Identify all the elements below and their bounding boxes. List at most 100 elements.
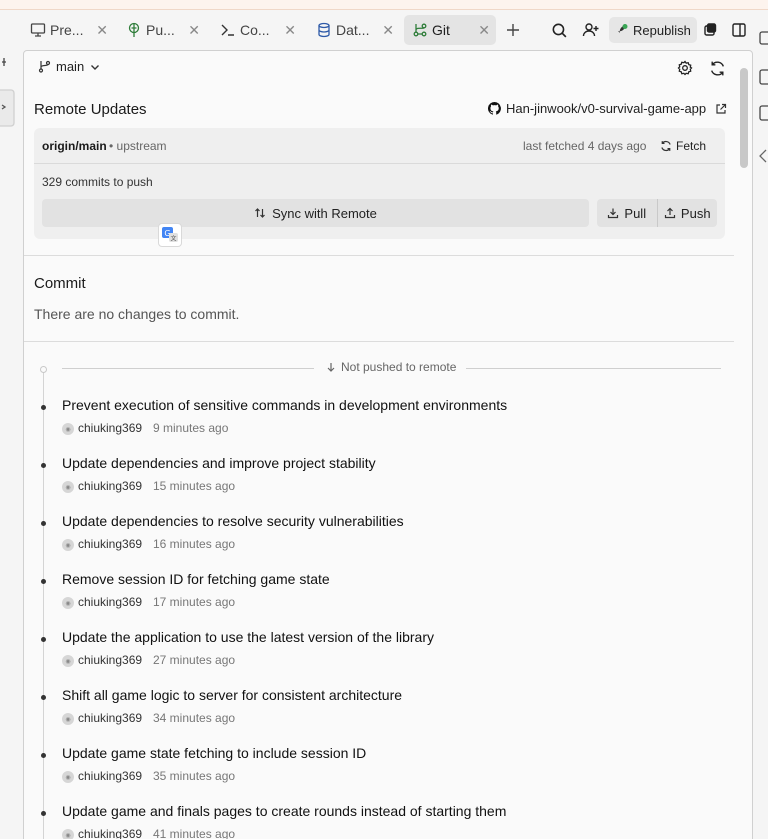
- commit-message: Update dependencies to resolve security …: [62, 513, 404, 529]
- fetch-label: Fetch: [676, 139, 707, 153]
- add-user-icon[interactable]: [579, 18, 603, 42]
- last-fetched: last fetched 4 days ago: [523, 139, 647, 153]
- pull-push-group: Pull Push: [597, 199, 717, 227]
- tab-publish[interactable]: Pu... ✕: [118, 15, 206, 45]
- tab-label: Dat...: [336, 22, 370, 38]
- avatar: ◉: [62, 771, 74, 783]
- commit-row[interactable]: Shift all game logic to server for consi…: [40, 687, 730, 737]
- commit-author: chiuking369: [78, 595, 143, 609]
- commit-row[interactable]: Update game state fetching to include se…: [40, 745, 730, 795]
- push-button[interactable]: Push: [658, 199, 718, 227]
- tab-console[interactable]: Co... ✕: [212, 15, 302, 45]
- git-branch-icon: [38, 60, 51, 73]
- refresh-icon[interactable]: [705, 56, 729, 80]
- commit-author: chiuking369: [78, 479, 143, 493]
- commit-message: Update dependencies and improve project …: [62, 455, 376, 471]
- commit-row[interactable]: Update dependencies to resolve security …: [40, 513, 730, 563]
- commit-row[interactable]: Update dependencies and improve project …: [40, 455, 730, 505]
- external-link-icon: [715, 103, 727, 115]
- commit-node: [41, 753, 46, 758]
- new-tab-button[interactable]: [501, 18, 525, 42]
- commit-time: 9 minutes ago: [153, 421, 229, 435]
- close-icon[interactable]: ✕: [382, 22, 394, 39]
- avatar: ◉: [62, 597, 74, 609]
- commit-node: [41, 695, 46, 700]
- commit-author: chiuking369: [78, 827, 143, 839]
- fetch-button[interactable]: Fetch: [660, 134, 716, 158]
- commit-message: Prevent execution of sensitive commands …: [62, 397, 508, 413]
- commit-author: chiuking369: [78, 537, 143, 551]
- commit-message: Update the application to use the latest…: [62, 629, 434, 645]
- no-changes-text: There are no changes to commit.: [34, 306, 240, 322]
- rocket-icon: [616, 23, 630, 37]
- commit-title: Commit: [34, 275, 86, 292]
- tab-database[interactable]: Dat... ✕: [308, 15, 400, 45]
- commit-node: [41, 405, 46, 410]
- push-label: Push: [680, 205, 711, 221]
- github-icon: [488, 102, 501, 115]
- repo-link[interactable]: Han-jinwook/v0-survival-game-app: [488, 101, 727, 116]
- translate-icon[interactable]: G文: [158, 223, 182, 247]
- upload-icon: [664, 207, 676, 219]
- section-divider: [24, 255, 734, 256]
- remote-ref: origin/main: [42, 139, 107, 153]
- commit-node: [41, 811, 46, 816]
- branch-bar: main: [24, 51, 739, 85]
- top-accent-strip: [0, 0, 768, 10]
- commit-message: Shift all game logic to server for consi…: [62, 687, 403, 703]
- chevron-down-icon: [89, 61, 101, 73]
- tab-label: Pu...: [146, 22, 175, 38]
- layers-icon[interactable]: [698, 18, 722, 42]
- commit-node: [41, 463, 46, 468]
- repo-name: Han-jinwook/v0-survival-game-app: [506, 101, 707, 116]
- republish-label: Republish: [633, 22, 691, 38]
- close-icon[interactable]: ✕: [96, 22, 108, 39]
- tab-preview[interactable]: Pre... ✕: [22, 15, 114, 45]
- commit-node: [41, 637, 46, 642]
- commit-message: Update game state fetching to include se…: [62, 745, 367, 761]
- commit-time: 16 minutes ago: [153, 537, 236, 551]
- section-divider: [24, 341, 734, 342]
- tab-git[interactable]: Git ✕: [404, 15, 496, 45]
- timeline-node: [40, 366, 47, 373]
- avatar: ◉: [62, 423, 74, 435]
- commit-row[interactable]: Prevent execution of sensitive commands …: [40, 397, 730, 447]
- arrow-down-icon: [326, 362, 336, 372]
- pull-button[interactable]: Pull: [597, 199, 657, 227]
- remote-header: origin/main • upstream last fetched 4 da…: [34, 128, 725, 164]
- sync-with-remote-button[interactable]: Sync with Remote: [42, 199, 589, 227]
- commit-author: chiuking369: [78, 653, 143, 667]
- database-icon: [316, 22, 332, 38]
- not-pushed-text: Not pushed to remote: [341, 360, 457, 374]
- close-icon[interactable]: ✕: [284, 22, 296, 39]
- monitor-icon: [30, 22, 46, 38]
- close-icon[interactable]: ✕: [188, 22, 200, 39]
- commits-to-push: 329 commits to push: [42, 175, 153, 189]
- split-pane-icon[interactable]: [727, 18, 751, 42]
- commit-message: Remove session ID for fetching game stat…: [62, 571, 330, 587]
- scrollbar[interactable]: [740, 68, 748, 168]
- globe-icon: [126, 22, 142, 38]
- separator-line: [62, 368, 314, 369]
- commit-time: 17 minutes ago: [153, 595, 236, 609]
- left-rail: [0, 50, 16, 130]
- avatar: ◉: [62, 829, 74, 839]
- remote-card: origin/main • upstream last fetched 4 da…: [34, 128, 725, 239]
- commit-row[interactable]: Update the application to use the latest…: [40, 629, 730, 679]
- not-pushed-label: Not pushed to remote: [326, 360, 456, 374]
- avatar: ◉: [62, 481, 74, 493]
- gear-icon[interactable]: [673, 56, 697, 80]
- branch-selector[interactable]: main: [38, 59, 101, 74]
- download-icon: [607, 207, 619, 219]
- upstream-label: • upstream: [109, 139, 167, 153]
- tab-label: Git: [432, 22, 450, 38]
- commit-row[interactable]: Update game and finals pages to create r…: [40, 803, 730, 839]
- commit-row[interactable]: Remove session ID for fetching game stat…: [40, 571, 730, 621]
- republish-button[interactable]: Republish: [609, 17, 697, 43]
- close-icon[interactable]: ✕: [478, 22, 490, 39]
- commit-node: [41, 521, 46, 526]
- search-icon[interactable]: [547, 18, 571, 42]
- branch-name: main: [56, 59, 85, 74]
- commit-author: chiuking369: [78, 711, 143, 725]
- commit-time: 27 minutes ago: [153, 653, 236, 667]
